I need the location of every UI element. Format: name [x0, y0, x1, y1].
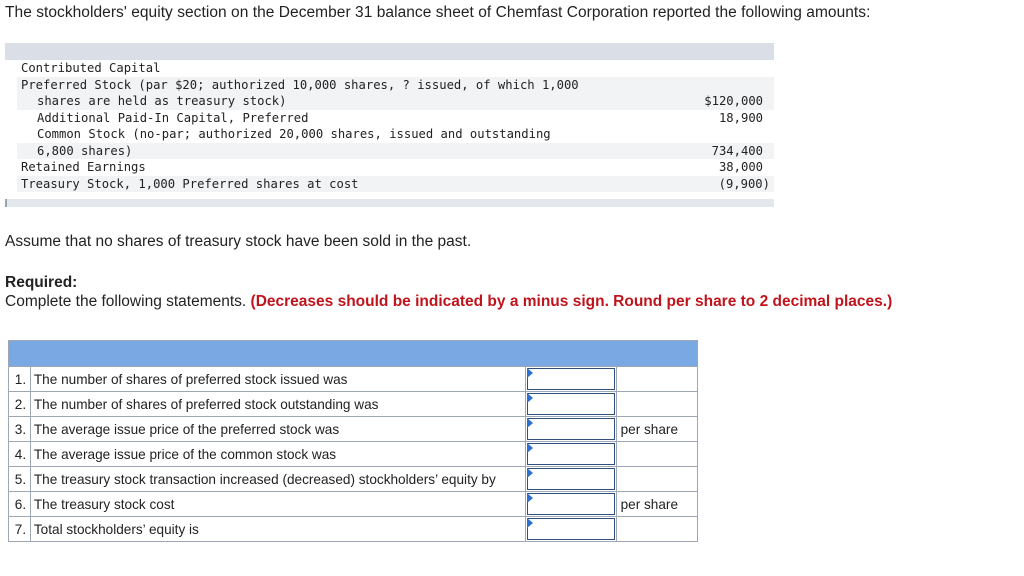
exhibit-top-bar — [5, 43, 774, 60]
question-number: 6. — [8, 491, 31, 517]
input-marker-icon — [526, 418, 533, 428]
unit-label — [615, 366, 699, 392]
question-number: 2. — [8, 391, 31, 417]
question-text: The number of shares of preferred stock … — [29, 391, 526, 417]
question-text: The average issue price of the preferred… — [29, 416, 526, 442]
answer-table-header — [8, 340, 698, 367]
input-marker-icon — [526, 393, 533, 403]
question-row: 5. The treasury stock transaction increa… — [8, 466, 699, 492]
assumption-text: Assume that no shares of treasury stock … — [5, 233, 472, 250]
question-number: 3. — [8, 416, 31, 442]
answer-cell — [524, 491, 617, 517]
input-marker-icon — [526, 493, 533, 503]
answer-input[interactable] — [526, 443, 615, 465]
question-row: 2. The number of shares of preferred sto… — [8, 391, 699, 417]
exhibit-line: Common Stock (no-par; authorized 20,000 … — [37, 127, 551, 141]
question-row: 6. The treasury stock cost per share — [8, 491, 699, 517]
answer-cell — [524, 416, 617, 442]
answer-cell — [524, 391, 617, 417]
input-marker-icon — [526, 468, 533, 478]
exhibit-amount: (9,900) — [718, 177, 770, 191]
exhibit-amount: 38,000 — [718, 160, 763, 174]
question-row: 1. The number of shares of preferred sto… — [8, 366, 699, 392]
answer-table: 1. The number of shares of preferred sto… — [8, 340, 699, 542]
unit-label — [615, 391, 699, 417]
question-number: 4. — [8, 441, 31, 467]
question-number: 7. — [8, 516, 31, 542]
question-number: 1. — [8, 366, 31, 392]
question-number: 5. — [8, 466, 31, 492]
unit-label: per share — [615, 416, 699, 442]
intro-text: The stockholders' equity section on the … — [5, 4, 871, 21]
answer-input[interactable] — [526, 368, 615, 390]
unit-label — [615, 466, 699, 492]
question-text: The number of shares of preferred stock … — [29, 366, 526, 392]
required-note: (Decreases should be indicated by a minu… — [250, 293, 893, 310]
equity-section-exhibit: Contributed Capital Preferred Stock (par… — [5, 43, 774, 208]
answer-input[interactable] — [526, 518, 615, 540]
exhibit-line: 6,800 shares) — [37, 144, 133, 158]
unit-label — [615, 516, 699, 542]
input-marker-icon — [526, 443, 533, 453]
question-row: 4. The average issue price of the common… — [8, 441, 699, 467]
answer-input[interactable] — [526, 493, 615, 515]
required-heading: Required: — [5, 274, 78, 291]
exhibit-line: Retained Earnings — [21, 160, 146, 174]
answer-cell — [524, 516, 617, 542]
exhibit-amount: $120,000 — [704, 94, 763, 108]
question-row: 7. Total stockholders’ equity is — [8, 516, 699, 542]
question-text: Total stockholders’ equity is — [29, 516, 526, 542]
answer-input[interactable] — [526, 468, 615, 490]
exhibit-line: Contributed Capital — [21, 61, 161, 75]
answer-cell — [524, 466, 617, 492]
header-cell — [8, 340, 698, 367]
exhibit-line: Preferred Stock (par $20; authorized 10,… — [21, 78, 579, 92]
exhibit-amount: 18,900 — [718, 111, 763, 125]
answer-input[interactable] — [526, 393, 615, 415]
question-text: The average issue price of the common st… — [29, 441, 526, 467]
input-marker-icon — [526, 368, 533, 378]
exhibit-line: Additional Paid-In Capital, Preferred — [37, 111, 309, 125]
answer-cell — [524, 366, 617, 392]
unit-label: per share — [615, 491, 699, 517]
question-text: The treasury stock transaction increased… — [29, 466, 526, 492]
question-text: The treasury stock cost — [29, 491, 526, 517]
exhibit-line: Treasury Stock, 1,000 Preferred shares a… — [21, 177, 359, 191]
unit-label — [615, 441, 699, 467]
answer-input[interactable] — [526, 418, 615, 440]
exhibit-line: shares are held as treasury stock) — [37, 94, 287, 108]
answer-cell — [524, 441, 617, 467]
question-row: 3. The average issue price of the prefer… — [8, 416, 699, 442]
required-text: Complete the following statements. — [5, 293, 247, 310]
exhibit-bottom-bar — [5, 199, 774, 207]
input-marker-icon — [526, 518, 533, 528]
exhibit-amount: 734,400 — [711, 144, 763, 158]
required-instructions: Complete the following statements. (Decr… — [5, 293, 892, 311]
